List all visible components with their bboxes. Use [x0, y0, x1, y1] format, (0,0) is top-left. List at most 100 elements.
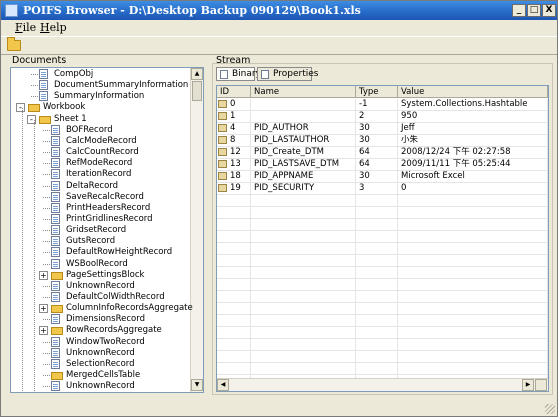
tree-node-label: DeltaRecord — [66, 180, 119, 191]
name-cell — [251, 303, 356, 315]
tree-node[interactable]: DimensionsRecord — [11, 314, 189, 325]
close-button[interactable]: X — [542, 4, 556, 17]
tree-node[interactable]: SelectionRecord — [11, 358, 189, 370]
column-header-value[interactable]: Value — [398, 86, 548, 98]
column-header-name[interactable]: Name — [251, 86, 356, 98]
scroll-thumb[interactable] — [192, 81, 202, 101]
collapse-icon[interactable]: - — [16, 103, 25, 113]
value-cell: System.Collections.Hashtable — [398, 99, 548, 111]
empty-row — [217, 363, 548, 375]
tree-node[interactable]: IterationRecord — [11, 169, 189, 180]
menu-help[interactable]: Help — [40, 21, 67, 34]
value-cell — [398, 303, 548, 315]
tree-connector — [43, 152, 50, 154]
tree-node[interactable]: CalcModeRecord — [11, 135, 189, 147]
tree-node-label: SelectionRecord — [66, 358, 135, 369]
folder-icon — [51, 327, 63, 336]
tree-node[interactable]: UnknownRecord — [11, 280, 189, 292]
minimize-button[interactable]: _ — [512, 4, 526, 17]
table-row[interactable]: 19 PID_SECURITY 3 0 — [217, 183, 548, 195]
resize-grip-icon[interactable] — [545, 404, 555, 414]
table-row[interactable]: 12 PID_Create_DTM 64 2008/12/24 下午 02:27:58 — [217, 147, 548, 159]
table-row[interactable]: 13 PID_LASTSAVE_DTM 64 2009/11/11 下午 05:25:… — [217, 159, 548, 171]
value-cell: Microsoft Excel — [398, 171, 548, 183]
tree-node[interactable]: - Sheet 1 — [11, 114, 189, 125]
tree-connector — [43, 230, 50, 232]
type-cell: 30 — [356, 171, 398, 183]
tree-node[interactable]: UnknownRecord — [11, 381, 189, 392]
tree-node[interactable]: PrintGridlinesRecord — [11, 213, 189, 225]
tree-node[interactable]: DocumentSummaryInformation — [11, 80, 189, 91]
tree-node[interactable]: SummaryInformation — [11, 91, 189, 102]
documents-tree[interactable]: ▲ ▼ CompObj DocumentSummaryInformation Sum… — [10, 67, 204, 393]
table-row[interactable]: 0 -1 System.Collections.Hashtable — [217, 99, 548, 111]
tab-properties[interactable]: Properties — [257, 67, 318, 81]
binary-file-icon — [220, 70, 228, 79]
tree-node[interactable]: WindowTwoRecord — [11, 336, 189, 348]
tree-node[interactable]: PrintHeadersRecord — [11, 202, 189, 214]
expand-icon[interactable]: + — [39, 270, 48, 280]
expand-icon[interactable]: + — [39, 326, 48, 336]
scroll-down-arrow-icon[interactable]: ▼ — [191, 379, 203, 391]
tree-connector — [43, 297, 50, 298]
grid-horizontal-scrollbar[interactable]: ◀ ▶ — [217, 378, 548, 391]
tree-connector — [31, 96, 38, 98]
table-row[interactable]: 4 PID_AUTHOR 30 Jeff — [217, 123, 548, 135]
table-row[interactable]: 18 PID_APPNAME 30 Microsoft Excel — [217, 171, 548, 183]
open-folder-icon[interactable] — [7, 37, 21, 51]
table-row[interactable]: 1 2 950 — [217, 111, 548, 123]
tree-node[interactable]: + ColumnInfoRecordsAggregate — [11, 303, 193, 314]
column-header-type[interactable]: Type — [356, 86, 398, 98]
tree-node[interactable]: DeltaRecord — [11, 180, 189, 192]
tree-node[interactable]: + PageSettingsBlock — [11, 270, 189, 281]
scroll-left-arrow-icon[interactable]: ◀ — [217, 379, 229, 391]
tree-node[interactable]: UnknownRecord — [11, 347, 189, 359]
maximize-button[interactable]: □ — [527, 4, 541, 17]
property-icon — [218, 172, 227, 180]
tree-node[interactable]: DefaultRowHeightRecord — [11, 247, 189, 258]
document-icon — [51, 135, 60, 146]
id-cell — [217, 339, 251, 351]
document-icon — [51, 236, 60, 247]
tree-node[interactable]: GridsetRecord — [11, 225, 189, 236]
type-cell — [356, 255, 398, 267]
documents-vertical-scrollbar[interactable]: ▲ ▼ — [190, 68, 203, 392]
empty-row — [217, 195, 548, 207]
value-cell: Jeff — [398, 123, 548, 135]
document-icon — [51, 124, 60, 135]
name-cell — [251, 207, 356, 219]
column-header-id[interactable]: ID — [217, 86, 251, 98]
property-id: 18 — [230, 171, 241, 181]
menu-file[interactable]: File — [15, 21, 36, 34]
tree-node[interactable]: - Workbook — [11, 102, 189, 113]
tree-node-label: IterationRecord — [66, 169, 132, 180]
tree-node[interactable]: + RowRecordsAggregate — [11, 325, 189, 336]
tree-node[interactable]: CalcCountRecord — [11, 147, 189, 158]
tree-node[interactable]: RefModeRecord — [11, 158, 189, 169]
empty-row — [217, 243, 548, 255]
properties-grid[interactable]: ID Name Type Value 0 -1 System.Collections… — [216, 85, 549, 392]
tree-node[interactable]: GutsRecord — [11, 236, 189, 247]
name-cell: PID_APPNAME — [251, 171, 356, 183]
tree-guide-line — [22, 108, 23, 392]
tree-node-label: WSBoolRecord — [66, 258, 128, 269]
document-icon — [51, 169, 60, 180]
table-row[interactable]: 8 PID_LASTAUTHOR 30 小朱 — [217, 135, 548, 147]
tree-node[interactable]: MergedCellsTable — [11, 370, 189, 381]
tree-node-label: CalcCountRecord — [66, 147, 139, 158]
tree-node[interactable]: BOFRecord — [11, 124, 189, 136]
tree-node[interactable]: SaveRecalcRecord — [11, 191, 189, 203]
tree-node[interactable]: DefaultColWidthRecord — [11, 292, 189, 303]
document-icon — [51, 358, 60, 369]
tree-connector — [43, 285, 50, 287]
scroll-up-arrow-icon[interactable]: ▲ — [191, 68, 203, 80]
tab-binary[interactable]: Binary — [216, 67, 261, 81]
document-icon — [51, 180, 60, 191]
grid-header: ID Name Type Value — [217, 86, 548, 98]
tree-node[interactable]: WSBoolRecord — [11, 258, 189, 270]
tree-node-label: UnknownRecord — [66, 381, 135, 392]
tree-node[interactable]: CompObj — [11, 69, 189, 80]
scroll-right-arrow-icon[interactable]: ▶ — [522, 379, 534, 391]
tree-connector — [43, 218, 50, 220]
expand-icon[interactable]: + — [39, 304, 48, 314]
